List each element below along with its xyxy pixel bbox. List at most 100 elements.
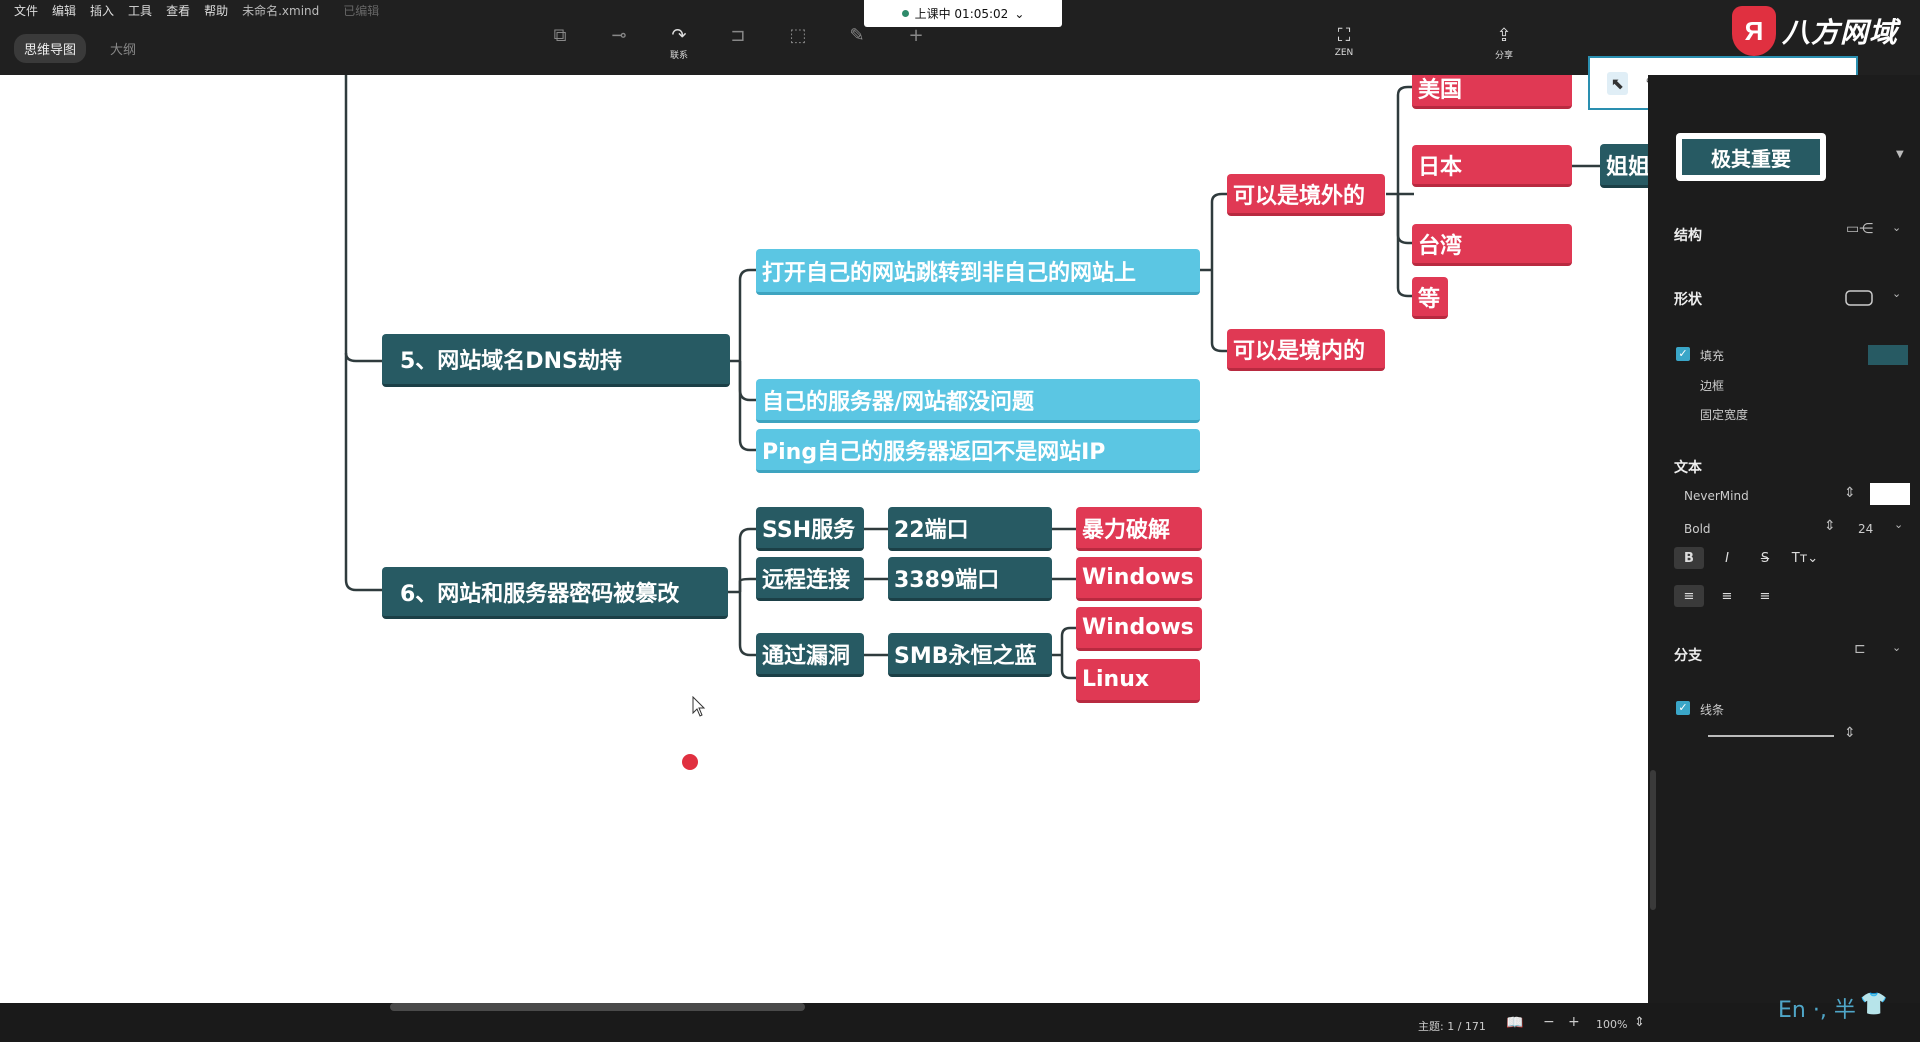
style-dropdown-icon[interactable]: ▼ xyxy=(1896,149,1904,160)
plus-icon: + xyxy=(908,25,924,46)
vertical-scrollbar[interactable] xyxy=(1650,770,1656,910)
country-tw-node[interactable]: 台湾 xyxy=(1412,224,1572,266)
text-heading: 文本 xyxy=(1674,460,1702,476)
smb-node[interactable]: SMB永恒之蓝 xyxy=(888,633,1052,677)
topic-style-preset[interactable]: 极其重要 xyxy=(1676,133,1826,181)
summary-icon: ⊐ xyxy=(730,25,746,46)
vuln-node[interactable]: 通过漏洞 xyxy=(756,633,864,677)
zoom-out-button[interactable]: − xyxy=(1543,1014,1555,1030)
note-button[interactable]: ✎ xyxy=(829,26,885,46)
tab-outline[interactable]: 大纲 xyxy=(100,34,146,63)
format-panel: 极其重要 ▼ 结构 ▭⋲ ⌄ 形状 ⌄ ✓ 填充 边框 固定宽度 文本 Neve… xyxy=(1648,75,1920,1003)
menu-help[interactable]: 帮助 xyxy=(204,2,228,19)
topic-5-redirect-node[interactable]: 打开自己的网站跳转到非自己的网站上 xyxy=(756,249,1200,295)
menu-tools[interactable]: 工具 xyxy=(128,2,152,19)
zoom-in-button[interactable]: + xyxy=(1568,1014,1580,1030)
relation-button[interactable]: ↷ 联系 xyxy=(651,25,707,62)
status-bar: 主题: 1 / 171 📖 − + 100% ⇕ xyxy=(0,1003,1920,1042)
bold-button[interactable]: B xyxy=(1674,547,1704,569)
menu-bar: 文件 编辑 插入 工具 查看 帮助 未命名.xmind 已编辑 xyxy=(14,2,379,19)
remote-node[interactable]: 远程连接 xyxy=(756,557,864,601)
domestic-node[interactable]: 可以是境内的 xyxy=(1227,329,1385,371)
zoom-level[interactable]: 100% xyxy=(1596,1018,1627,1031)
line-style-preview[interactable] xyxy=(1708,735,1834,737)
weight-stepper-icon[interactable]: ⇕ xyxy=(1824,518,1836,534)
file-name: 未命名.xmind xyxy=(242,4,320,18)
branch-heading: 分支 xyxy=(1674,648,1702,664)
align-center-button[interactable]: ≡ xyxy=(1712,585,1742,607)
align-right-button[interactable]: ≡ xyxy=(1750,585,1780,607)
boundary-button[interactable]: ⬚ xyxy=(770,26,826,46)
menu-file[interactable]: 文件 xyxy=(14,2,38,19)
server-ok-node[interactable]: 自己的服务器/网站都没问题 xyxy=(756,379,1200,423)
save-status: 已编辑 xyxy=(343,4,380,18)
menu-view[interactable]: 查看 xyxy=(166,2,190,19)
text-color-swatch[interactable] xyxy=(1870,483,1910,505)
structure-icon[interactable]: ▭⋲ xyxy=(1846,221,1873,237)
line-checkbox[interactable]: ✓ xyxy=(1676,701,1690,715)
country-jp-node[interactable]: 日本 xyxy=(1412,145,1572,187)
font-stepper-icon[interactable]: ⇕ xyxy=(1844,485,1856,501)
text-case-button[interactable]: Tт⌄ xyxy=(1790,547,1820,569)
italic-button[interactable]: I xyxy=(1712,547,1742,569)
fixed-width-label: 固定宽度 xyxy=(1700,408,1749,422)
brute-force-node[interactable]: 暴力破解 xyxy=(1076,507,1202,551)
subtopic-button[interactable]: ⊸ xyxy=(591,26,647,46)
chevron-down-icon[interactable]: ⌄ xyxy=(1894,518,1903,531)
fill-checkbox[interactable]: ✓ xyxy=(1676,347,1690,361)
share-label: 分享 xyxy=(1494,51,1513,61)
horizontal-scrollbar[interactable] xyxy=(390,1003,805,1011)
topic-6-node[interactable]: 6、网站和服务器密码被篡改 xyxy=(382,567,728,619)
windows-node-2[interactable]: Windows xyxy=(1076,607,1202,651)
boundary-icon: ⬚ xyxy=(789,25,807,46)
sister-node[interactable]: 姐姐 xyxy=(1600,144,1648,188)
windows-node-1[interactable]: Windows xyxy=(1076,557,1202,601)
mindmap-canvas[interactable]: 5、网站域名DNS劫持 打开自己的网站跳转到非自己的网站上 可以是境外的 可以是… xyxy=(0,75,1648,1003)
recording-indicator[interactable]: 上课中 01:05:02 ⌄ xyxy=(864,0,1062,27)
recording-dot-icon xyxy=(901,10,909,17)
font-family-select[interactable]: NeverMind xyxy=(1684,489,1749,503)
ssh-node[interactable]: SSH服务 xyxy=(756,507,864,551)
port22-node[interactable]: 22端口 xyxy=(888,507,1052,551)
topic-button[interactable]: ⧉ xyxy=(532,26,588,46)
port3389-node[interactable]: 3389端口 xyxy=(888,557,1052,601)
align-left-button[interactable]: ≡ xyxy=(1674,585,1704,607)
ping-node[interactable]: Ping自己的服务器返回不是网站IP xyxy=(756,429,1200,473)
branch-style-icon[interactable]: ⊏ xyxy=(1854,641,1866,657)
chevron-down-icon: ⌄ xyxy=(1014,6,1025,21)
relation-icon: ↷ xyxy=(671,25,687,46)
fill-color-swatch[interactable] xyxy=(1868,345,1908,365)
mouse-cursor-icon xyxy=(692,696,706,717)
chevron-down-icon[interactable]: ⌄ xyxy=(1892,287,1901,300)
outline-book-icon[interactable]: 📖 xyxy=(1506,1015,1523,1031)
insert-button[interactable]: + xyxy=(888,26,944,46)
border-label: 边框 xyxy=(1700,379,1725,393)
topic-5-node[interactable]: 5、网站域名DNS劫持 xyxy=(382,334,730,387)
font-weight-select[interactable]: Bold xyxy=(1684,522,1711,536)
tab-mindmap[interactable]: 思维导图 xyxy=(14,34,87,63)
linux-node[interactable]: Linux xyxy=(1076,659,1200,703)
chevron-down-icon[interactable]: ⌄ xyxy=(1892,221,1901,234)
share-icon: ⇪ xyxy=(1496,25,1512,46)
mode-tabs: 思维导图 大纲 xyxy=(14,34,146,63)
shape-icon[interactable] xyxy=(1844,289,1874,307)
country-us-node[interactable]: 美国 xyxy=(1412,75,1572,109)
summary-button[interactable]: ⊐ xyxy=(710,26,766,46)
overseas-node[interactable]: 可以是境外的 xyxy=(1227,174,1385,216)
menu-insert[interactable]: 插入 xyxy=(90,2,114,19)
pointer-tool-icon[interactable]: ⬉ xyxy=(1606,71,1629,95)
menu-edit[interactable]: 编辑 xyxy=(52,2,76,19)
zoom-stepper-icon[interactable]: ⇕ xyxy=(1634,1015,1645,1030)
zen-button[interactable]: ⛶ ZEN xyxy=(1316,26,1372,59)
tshirt-icon: 👕 xyxy=(1860,992,1888,1017)
brand-logo: Я 八方网域 xyxy=(1732,6,1898,56)
font-size-select[interactable]: 24 xyxy=(1858,522,1873,536)
chevron-down-icon[interactable]: ⌄ xyxy=(1892,641,1901,654)
share-button[interactable]: ⇪ 分享 xyxy=(1476,25,1532,62)
line-stepper-icon[interactable]: ⇕ xyxy=(1844,725,1856,741)
laser-pointer-dot xyxy=(682,754,698,770)
style-preset-label: 极其重要 xyxy=(1682,139,1820,175)
country-etc-node[interactable]: 等 xyxy=(1412,277,1448,319)
ime-indicator: En ·, 半 xyxy=(1778,998,1856,1023)
strikethrough-button[interactable]: S xyxy=(1750,547,1780,569)
